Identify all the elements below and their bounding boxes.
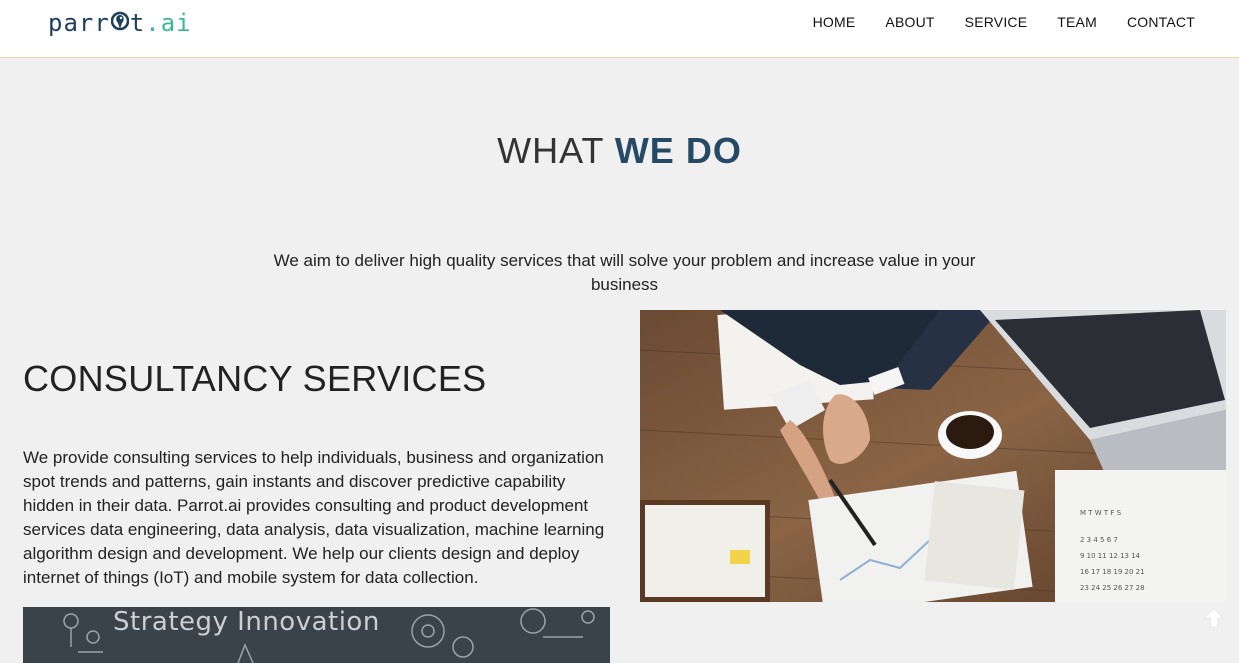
nav-contact[interactable]: CONTACT xyxy=(1127,13,1195,31)
nav-home[interactable]: HOME xyxy=(813,13,856,31)
svg-text:9 10 11 12 13 14: 9 10 11 12 13 14 xyxy=(1080,552,1141,560)
logo-text-suffix: .ai xyxy=(145,9,192,37)
site-logo[interactable]: parr t .ai xyxy=(48,6,192,40)
nav-about[interactable]: ABOUT xyxy=(885,13,934,31)
business-desk-photo: M T W T F S 2 3 4 5 6 7 9 10 11 12 13 14… xyxy=(640,310,1226,602)
business-desk-illustration: M T W T F S 2 3 4 5 6 7 9 10 11 12 13 14… xyxy=(640,310,1226,602)
logo-text-mid: t xyxy=(129,9,146,37)
section-title-light: WHAT xyxy=(497,130,615,171)
main-nav: HOME ABOUT SERVICE TEAM CONTACT xyxy=(813,13,1195,31)
strategy-board-image: Strategy Innovation xyxy=(23,607,610,663)
service-description: We provide consulting services to help i… xyxy=(23,448,605,587)
section-title: WHAT WE DO xyxy=(0,130,1239,172)
scroll-to-top-button[interactable] xyxy=(1202,606,1226,630)
svg-text:16 17 18 19 20 21: 16 17 18 19 20 21 xyxy=(1080,568,1145,576)
logo-text-primary: parr xyxy=(48,9,110,37)
section-title-strong: WE DO xyxy=(614,130,742,171)
svg-text:M T W T F S: M T W T F S xyxy=(1080,509,1122,517)
nav-team[interactable]: TEAM xyxy=(1057,13,1097,31)
arrow-up-icon xyxy=(1204,608,1224,628)
site-header: parr t .ai HOME ABOUT SERVICE TEAM CONTA… xyxy=(0,0,1239,58)
svg-text:23 24 25 26 27 28: 23 24 25 26 27 28 xyxy=(1080,584,1145,592)
strategy-board-text: Strategy Innovation xyxy=(113,607,380,637)
parrot-head-icon xyxy=(110,11,129,31)
service-title: CONSULTANCY SERVICES xyxy=(23,358,487,399)
nav-service[interactable]: SERVICE xyxy=(965,13,1028,31)
svg-text:2 3 4 5 6 7: 2 3 4 5 6 7 xyxy=(1080,536,1118,544)
section-subtitle: We aim to deliver high quality services … xyxy=(273,251,976,294)
